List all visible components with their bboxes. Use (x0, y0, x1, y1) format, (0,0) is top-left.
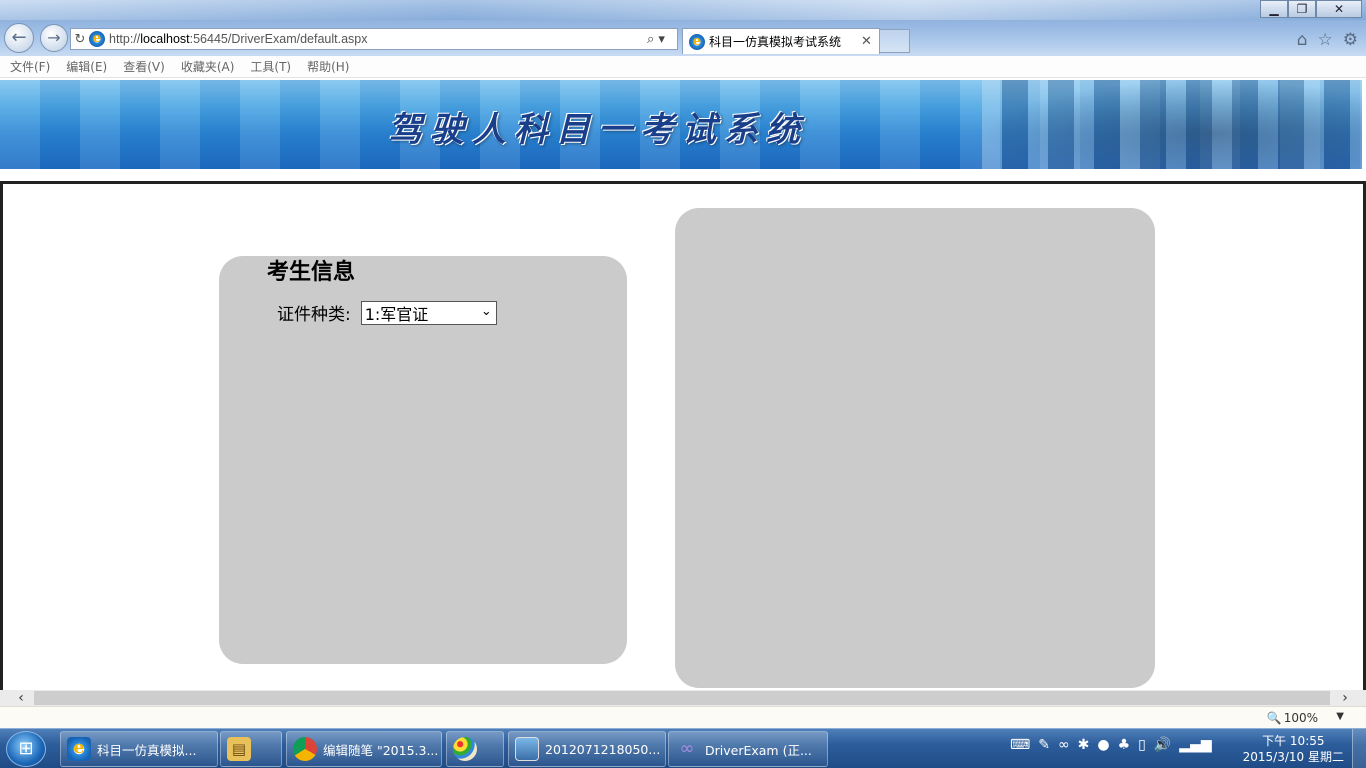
visual-studio-icon: ∞ (679, 738, 695, 759)
horizontal-scrollbar[interactable]: ‹ › (0, 690, 1366, 706)
menu-view[interactable]: 查看(V) (123, 58, 165, 75)
taskbar-item-label: 编辑随笔 "2015.3... (323, 742, 439, 758)
image-icon (515, 737, 539, 761)
show-desktop-button[interactable] (1352, 729, 1366, 768)
ie-icon: e (67, 737, 91, 761)
new-tab-button[interactable] (880, 29, 910, 53)
taskbar-item-ie[interactable]: e 科目一仿真模拟... (60, 731, 218, 767)
qq-icon[interactable]: ♣ (1118, 737, 1131, 753)
home-icon[interactable]: ⌂ (1297, 30, 1308, 50)
tab-title: 科目一仿真模拟考试系统 (709, 35, 842, 49)
system-clock[interactable]: 下午 10:55 2015/3/10 星期二 (1243, 733, 1344, 765)
gear-icon[interactable]: ⚙ (1343, 30, 1358, 50)
taskbar-item-label: 2012071218050... (545, 741, 661, 757)
scroll-right-icon[interactable]: › (1336, 690, 1354, 706)
forward-button[interactable]: → (40, 24, 68, 52)
tab-close-icon[interactable]: ✕ (861, 34, 879, 49)
tab-ie-icon: e (689, 33, 705, 50)
site-banner: 驾驶人科目一考试系统 (0, 80, 1362, 169)
window-controls: ▁ ❐ ✕ (1260, 0, 1362, 18)
page-content: 考生信息 证件种类: 1:军官证 ⌄ (0, 181, 1366, 690)
id-type-select[interactable]: 1:军官证 ⌄ (360, 300, 497, 325)
address-url[interactable]: http://localhost:56445/DriverExam/defaul… (109, 32, 647, 46)
usb-icon[interactable]: ▯ (1138, 737, 1146, 753)
refresh-icon[interactable]: ↻ (71, 32, 89, 47)
windows-taskbar: ⊞ e 科目一仿真模拟... ▤ 编辑随笔 "2015.3... 2012071… (0, 728, 1366, 768)
taskbar-item-paint[interactable] (446, 731, 504, 767)
scrollbar-thumb[interactable] (34, 691, 1330, 705)
close-button[interactable]: ✕ (1316, 0, 1362, 18)
minimize-button[interactable]: ▁ (1260, 0, 1288, 18)
taskbar-item-chrome[interactable]: 编辑随笔 "2015.3... (286, 731, 442, 767)
url-path: :56445/DriverExam/default.aspx (189, 32, 368, 46)
candidate-info-panel: 考生信息 证件种类: 1:军官证 ⌄ (219, 256, 627, 664)
address-bar[interactable]: ↻ e http://localhost:56445/DriverExam/de… (70, 28, 678, 50)
scroll-left-icon[interactable]: ‹ (12, 690, 30, 706)
id-type-row: 证件种类: 1:军官证 ⌄ (277, 300, 497, 325)
menu-edit[interactable]: 编辑(E) (66, 58, 107, 75)
zoom-icon: 🔍 (1266, 711, 1282, 725)
palette-tray-icon[interactable]: ● (1097, 737, 1109, 753)
chrome-icon (293, 737, 317, 761)
paint-palette-icon (453, 737, 477, 761)
start-button[interactable]: ⊞ (6, 731, 46, 767)
id-type-value: 1:军官证 (364, 304, 429, 324)
menu-bar: 文件(F) 编辑(E) 查看(V) 收藏夹(A) 工具(T) 帮助(H) (0, 56, 1366, 78)
toolbar-icons: ⌂ ☆ ⚙ (1297, 30, 1358, 50)
clock-date: 2015/3/10 星期二 (1242, 750, 1344, 764)
search-icon[interactable]: ⌕ ▾ (647, 32, 677, 47)
ie-page-icon: e (89, 31, 105, 47)
zoom-level[interactable]: 🔍 100% (1267, 711, 1318, 725)
taskbar-item-visual-studio[interactable]: ∞ DriverExam (正... (668, 731, 828, 767)
network-link-icon[interactable]: ∞ (1058, 737, 1070, 753)
menu-help[interactable]: 帮助(H) (307, 58, 349, 75)
chevron-down-icon: ⌄ (480, 303, 492, 319)
banner-title: 驾驶人科目一考试系统 (388, 110, 808, 150)
taskbar-item-label: DriverExam (正... (705, 742, 812, 758)
url-host: localhost (140, 32, 190, 46)
back-button[interactable]: ← (4, 23, 34, 53)
tab-active[interactable]: e 科目一仿真模拟考试系统 ✕ (682, 28, 880, 54)
system-tray: ⌨ ✎ ∞ ✱ ● ♣ ▯ 🔊 ▂▄▆ (1010, 737, 1212, 753)
taskbar-item-image[interactable]: 2012071218050... (508, 731, 666, 767)
signal-icon[interactable]: ▂▄▆ (1179, 737, 1211, 753)
menu-tools[interactable]: 工具(T) (250, 58, 291, 75)
app-tray-icon[interactable]: ✎ (1038, 737, 1050, 753)
url-prefix: http:// (109, 32, 141, 46)
restore-button[interactable]: ❐ (1288, 0, 1316, 18)
id-type-label: 证件种类: (277, 305, 351, 325)
panel-title: 考生信息 (267, 260, 356, 285)
menu-file[interactable]: 文件(F) (10, 58, 50, 75)
volume-icon[interactable]: 🔊 (1154, 737, 1171, 753)
tool-tray-icon[interactable]: ✱ (1078, 737, 1090, 753)
folder-icon: ▤ (227, 737, 251, 761)
browser-titlebar: ← → ↻ e http://localhost:56445/DriverExa… (0, 0, 1366, 56)
menu-favorites[interactable]: 收藏夹(A) (181, 58, 235, 75)
zoom-dropdown-icon[interactable]: ▼ (1336, 711, 1344, 722)
exam-panel (675, 208, 1155, 688)
clock-time: 下午 10:55 (1262, 734, 1325, 748)
favorites-star-icon[interactable]: ☆ (1318, 30, 1333, 50)
keyboard-icon[interactable]: ⌨ (1010, 737, 1030, 753)
zoom-value: 100% (1283, 711, 1318, 725)
status-bar: 🔍 100% ▼ (0, 706, 1366, 728)
taskbar-item-explorer[interactable]: ▤ (220, 731, 282, 767)
taskbar-item-label: 科目一仿真模拟... (97, 742, 197, 758)
